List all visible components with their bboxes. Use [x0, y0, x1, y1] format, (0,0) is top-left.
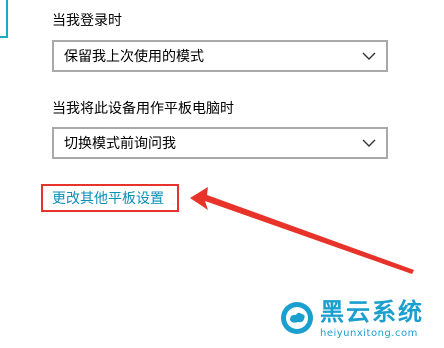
annotation-arrow-icon: [190, 187, 414, 274]
watermark-title: 黑云系统: [320, 298, 424, 326]
watermark: 黑云系统 heiyunxitong.com: [276, 298, 436, 342]
watermark-url: heiyunxitong.com: [320, 328, 418, 339]
cloud-logo-icon: [281, 302, 313, 334]
